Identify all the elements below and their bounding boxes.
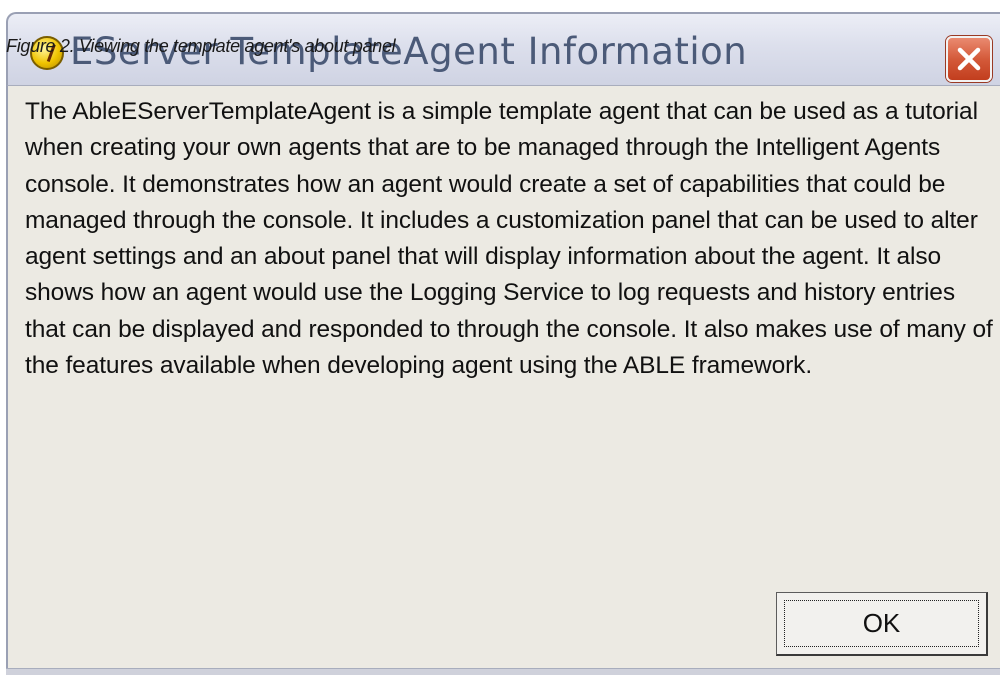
about-dialog-window: EServer TemplateAgent Information Figure… [0,0,1000,675]
window-bottom-border [6,668,1000,675]
about-message-text: The AbleEServerTemplateAgent is a simple… [25,98,993,380]
ok-button-label: OK [862,608,901,638]
dialog-content-panel: The AbleEServerTemplateAgent is a simple… [6,86,1000,675]
close-x-icon [957,47,981,71]
figure-caption: Figure 2. Viewing the template agent's a… [6,36,396,56]
close-button[interactable] [946,36,992,82]
ok-button[interactable]: OK [776,592,988,656]
